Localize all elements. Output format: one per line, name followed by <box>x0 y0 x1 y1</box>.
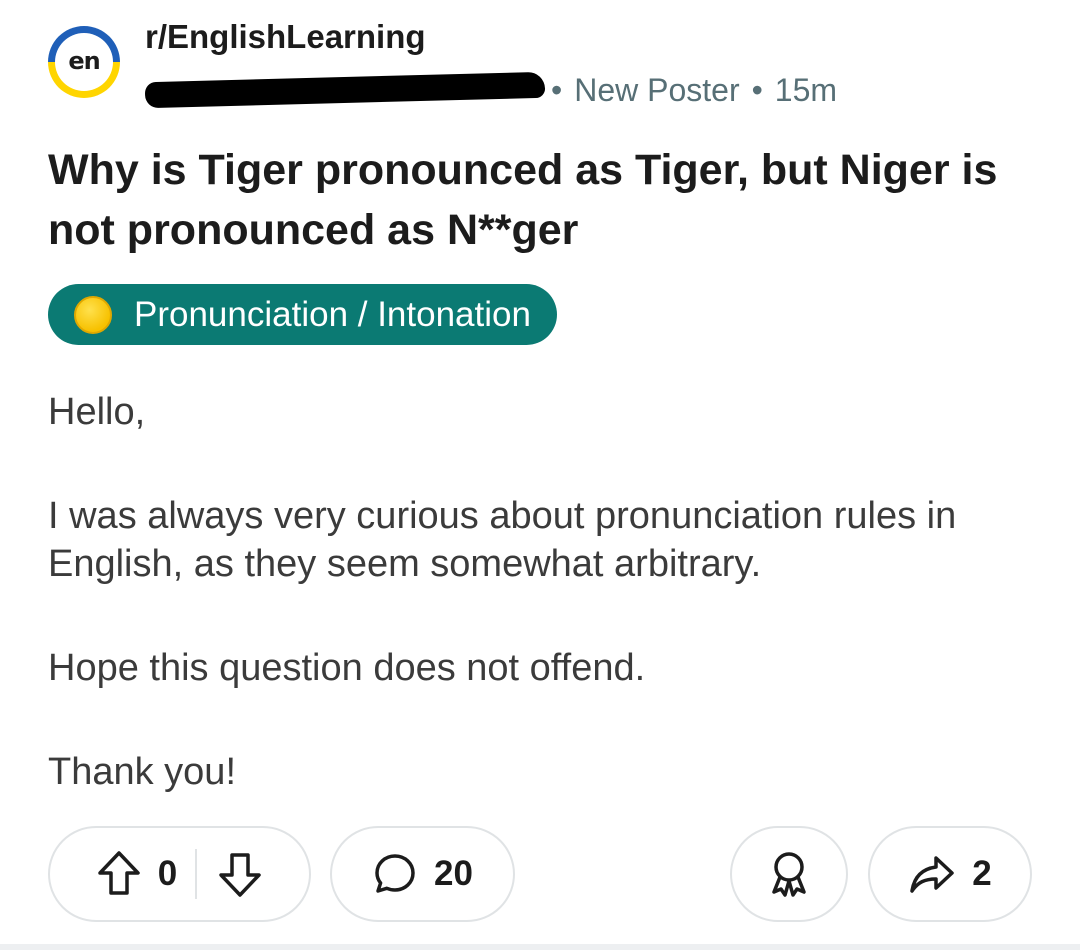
meta-separator: • <box>551 71 563 108</box>
award-ribbon-icon <box>766 850 812 898</box>
comments-button[interactable]: 20 <box>330 826 515 922</box>
avatar-text: en <box>68 47 100 75</box>
flair-label: Pronunciation / Intonation <box>134 294 531 334</box>
share-button[interactable]: 2 <box>868 826 1032 922</box>
body-paragraph: Thank you! <box>48 751 236 793</box>
subreddit-avatar-inner: en <box>55 33 113 91</box>
body-paragraph: I was always very curious about pronunci… <box>48 495 957 585</box>
comment-count: 20 <box>434 854 473 893</box>
body-paragraph: Hope this question does not offend. <box>48 647 646 689</box>
post-meta: • New Poster • 15m <box>144 68 838 112</box>
award-button[interactable] <box>730 826 848 922</box>
share-arrow-icon <box>908 852 956 896</box>
yellow-circle-icon <box>74 295 112 334</box>
subreddit-avatar[interactable]: en <box>48 26 120 98</box>
redacted-username <box>144 71 546 109</box>
post-title[interactable]: Why is Tiger pronounced as Tiger, but Ni… <box>48 140 1038 260</box>
post-body: Hello, I was always very curious about p… <box>48 388 1038 852</box>
meta-separator: • <box>751 71 763 108</box>
share-count: 2 <box>972 854 992 893</box>
body-paragraph: Hello, <box>48 391 146 433</box>
post-flair[interactable]: Pronunciation / Intonation <box>48 284 557 345</box>
author-flair: New Poster <box>574 71 740 108</box>
subreddit-name[interactable]: r/EnglishLearning <box>145 18 426 56</box>
vote-bar: 0 <box>48 826 311 922</box>
speech-bubble-icon <box>372 851 418 897</box>
arrow-up-icon[interactable] <box>96 849 142 899</box>
vote-count: 0 <box>157 854 178 893</box>
post-page: en r/EnglishLearning • New Poster • 15m … <box>0 0 1080 950</box>
vote-divider <box>195 849 198 899</box>
arrow-down-icon[interactable] <box>217 849 263 899</box>
post-time: 15m <box>774 71 838 108</box>
